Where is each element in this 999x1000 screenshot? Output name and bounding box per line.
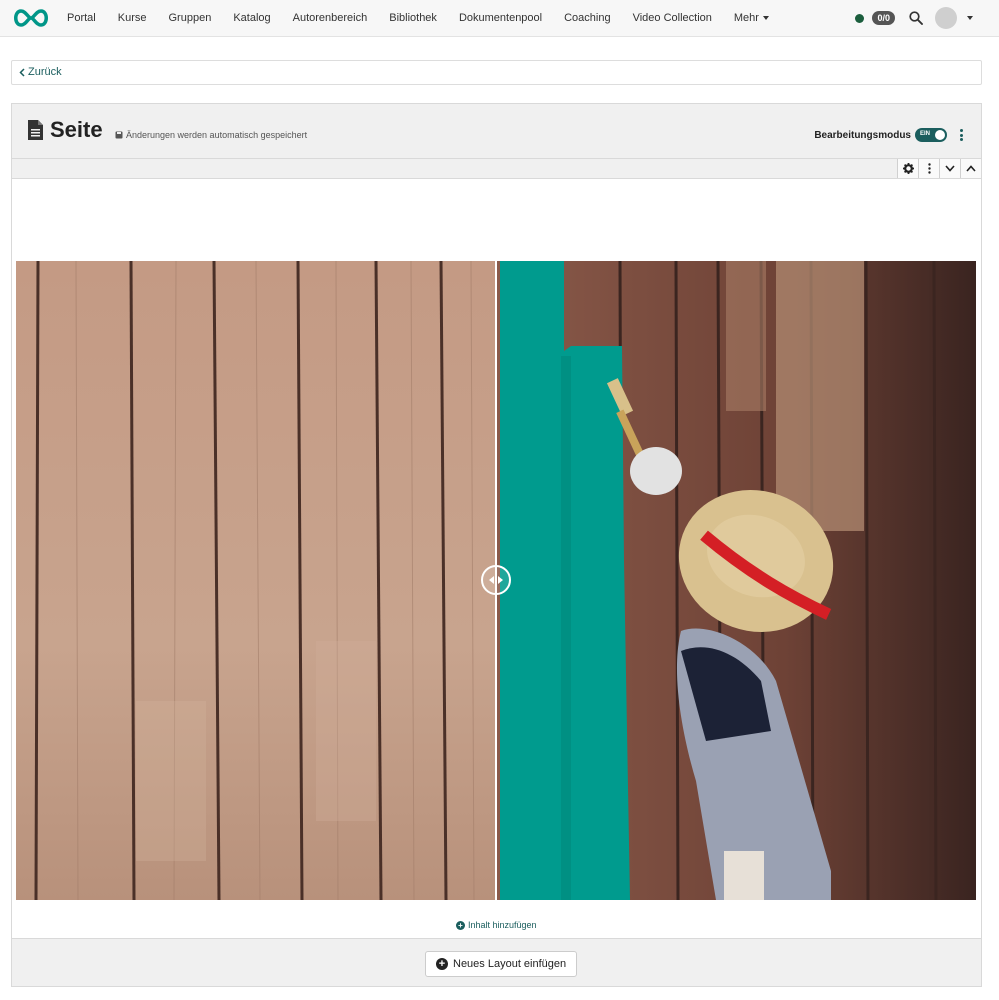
nav-item-autorenbereich[interactable]: Autorenbereich [282, 12, 379, 24]
block-toolbar-buttons [897, 159, 981, 178]
toggle-state-text: EIN [920, 131, 931, 137]
block-toolbar [12, 159, 981, 179]
caret-down-icon [762, 16, 769, 21]
move-up-button[interactable] [960, 159, 981, 178]
gear-icon [902, 163, 914, 174]
main-menu: Portal Kurse Gruppen Katalog Autorenbere… [56, 0, 780, 36]
nav-item-coaching[interactable]: Coaching [553, 12, 621, 24]
edit-mode-toggle[interactable]: EIN [915, 128, 947, 142]
nav-item-video-collection[interactable]: Video Collection [622, 12, 723, 24]
back-bar: Zurück [11, 60, 982, 85]
back-label: Zurück [28, 66, 62, 78]
infinity-logo-icon[interactable] [11, 7, 51, 29]
block-more-button[interactable] [918, 159, 939, 178]
edit-mode-control: Bearbeitungsmodus EIN [814, 128, 965, 142]
image-comparison[interactable] [16, 261, 976, 900]
edit-mode-label: Bearbeitungsmodus [814, 129, 911, 141]
user-tools: 0/0 [855, 0, 973, 36]
nav-item-katalog[interactable]: Katalog [222, 12, 281, 24]
online-status-icon[interactable] [855, 13, 865, 23]
nav-item-kurse[interactable]: Kurse [107, 12, 158, 24]
nav-item-gruppen[interactable]: Gruppen [158, 12, 223, 24]
back-button[interactable]: Zurück [19, 66, 62, 78]
caret-down-icon[interactable] [967, 16, 973, 20]
new-layout-label: Neues Layout einfügen [453, 958, 567, 970]
toggle-knob [935, 130, 945, 140]
autosave-text: Änderungen werden automatisch gespeicher… [126, 130, 308, 140]
new-layout-button[interactable]: + Neues Layout einfügen [425, 951, 578, 977]
page-header: Seite Änderungen werden automatisch gesp… [12, 104, 981, 159]
notification-badge[interactable]: 0/0 [872, 11, 895, 25]
top-navigation: Portal Kurse Gruppen Katalog Autorenbere… [0, 0, 999, 37]
more-options-icon[interactable] [957, 128, 965, 142]
autosave-notice: Änderungen werden automatisch gespeicher… [115, 130, 307, 140]
document-icon [28, 120, 43, 140]
add-content-link[interactable]: + Inhalt hinzufügen [456, 920, 537, 930]
nav-item-bibliothek[interactable]: Bibliothek [378, 12, 448, 24]
settings-button[interactable] [897, 159, 918, 178]
page-footer: + Neues Layout einfügen [12, 938, 981, 986]
comparison-slider-handle[interactable] [481, 565, 511, 595]
fence-after-image [496, 261, 976, 900]
fence-before-image [16, 261, 496, 900]
nav-item-dokumentenpool[interactable]: Dokumentenpool [448, 12, 553, 24]
add-content-label: Inhalt hinzufügen [468, 920, 537, 930]
move-down-button[interactable] [939, 159, 960, 178]
nav-item-mehr-label: Mehr [733, 12, 759, 24]
avatar[interactable] [935, 7, 957, 29]
nav-item-mehr[interactable]: Mehr [723, 12, 780, 24]
arrow-left-icon [489, 576, 494, 584]
plus-circle-icon: + [456, 920, 465, 930]
nav-item-portal[interactable]: Portal [56, 12, 107, 24]
chevron-left-icon [19, 67, 25, 77]
arrow-right-icon [498, 576, 503, 584]
page-title: Seite [50, 117, 103, 142]
chevron-down-icon [945, 165, 955, 172]
save-icon [115, 131, 123, 139]
search-icon[interactable] [909, 11, 923, 25]
plus-circle-icon: + [436, 958, 448, 970]
page-editor-panel: Seite Änderungen werden automatisch gesp… [11, 103, 982, 987]
chevron-up-icon [966, 165, 976, 172]
kebab-icon [927, 163, 931, 174]
